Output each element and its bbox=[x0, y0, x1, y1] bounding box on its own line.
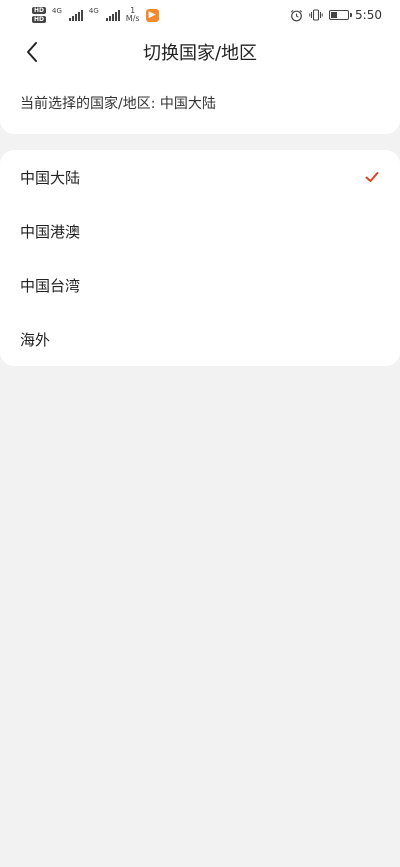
signal-icon-2 bbox=[105, 9, 120, 21]
alarm-icon bbox=[290, 9, 303, 22]
vibrate-icon bbox=[309, 9, 323, 21]
region-item-mainland[interactable]: 中国大陆 bbox=[0, 150, 400, 204]
region-item-hk-macau[interactable]: 中国港澳 bbox=[0, 204, 400, 258]
back-button[interactable] bbox=[18, 38, 46, 66]
region-item-overseas[interactable]: 海外 bbox=[0, 312, 400, 366]
page-title: 切换国家/地区 bbox=[142, 43, 258, 64]
current-selection: 当前选择的国家/地区: 中国大陆 bbox=[20, 96, 216, 112]
region-list: 中国大陆 中国港澳 中国台湾 海外 bbox=[0, 150, 400, 366]
region-label: 中国大陆 bbox=[20, 168, 81, 187]
status-bar-right: 5:50 bbox=[290, 8, 382, 22]
network-label-1: 4G bbox=[52, 7, 62, 15]
status-bar-left: HD HD 4G 4G 1 M/s ▶ bbox=[32, 7, 159, 23]
app-notification-icon: ▶ bbox=[145, 8, 159, 22]
status-bar: HD HD 4G 4G 1 M/s ▶ 5:50 bbox=[0, 0, 400, 30]
top-area: HD HD 4G 4G 1 M/s ▶ 5:50 切换国家/地区 当前选择的国家… bbox=[0, 0, 400, 134]
region-item-taiwan[interactable]: 中国台湾 bbox=[0, 258, 400, 312]
region-label: 中国台湾 bbox=[20, 276, 81, 295]
check-icon bbox=[365, 172, 379, 182]
hd-badge-1: HD bbox=[32, 7, 47, 14]
hd-indicator: HD HD bbox=[32, 7, 47, 23]
battery-icon bbox=[329, 10, 353, 20]
signal-icon-1 bbox=[68, 9, 83, 21]
speed-unit: M/s bbox=[125, 14, 140, 23]
network-speed: 1 M/s bbox=[126, 7, 140, 23]
nav-header: 切换国家/地区 bbox=[0, 30, 400, 74]
status-time: 5:50 bbox=[355, 8, 382, 22]
hd-badge-2: HD bbox=[32, 16, 47, 23]
network-label-2: 4G bbox=[88, 7, 99, 15]
region-label: 海外 bbox=[20, 330, 51, 349]
region-label: 中国港澳 bbox=[20, 222, 81, 241]
chevron-left-icon bbox=[27, 42, 37, 62]
